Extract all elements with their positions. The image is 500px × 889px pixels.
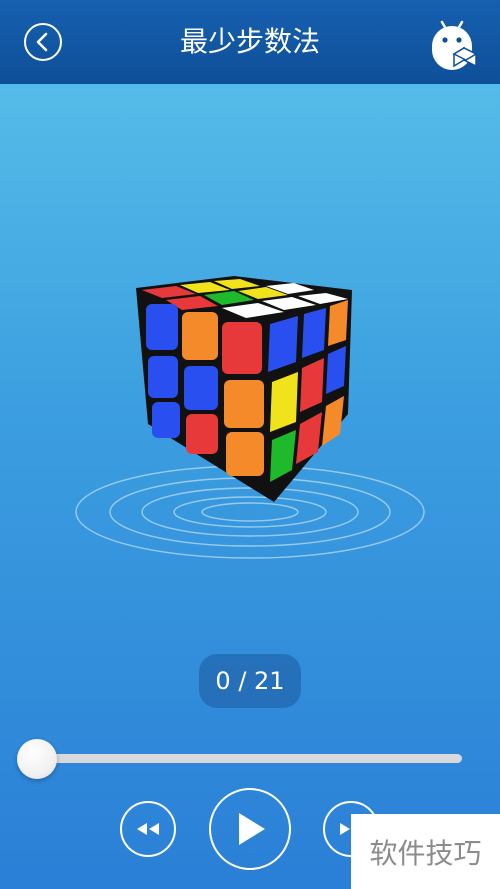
page-title: 最少步数法 (179, 25, 320, 58)
watermark: 软件技巧 (351, 814, 500, 889)
top-app-bar: 最少步数法 (0, 0, 500, 84)
rewind-icon (137, 823, 159, 835)
rubiks-cube-3d[interactable] (70, 274, 430, 564)
step-counter: 0 / 21 (199, 654, 301, 708)
android-cube-icon (432, 20, 478, 70)
cube-left-face (146, 304, 264, 476)
play-icon (239, 813, 265, 845)
cube-stage[interactable]: 0 / 21 (0, 84, 500, 744)
progress-slider-thumb[interactable] (17, 739, 57, 779)
robot-solver-button[interactable] (428, 16, 480, 70)
progress-slider[interactable] (36, 754, 462, 763)
rewind-button[interactable] (120, 801, 176, 857)
play-button[interactable] (209, 788, 291, 870)
